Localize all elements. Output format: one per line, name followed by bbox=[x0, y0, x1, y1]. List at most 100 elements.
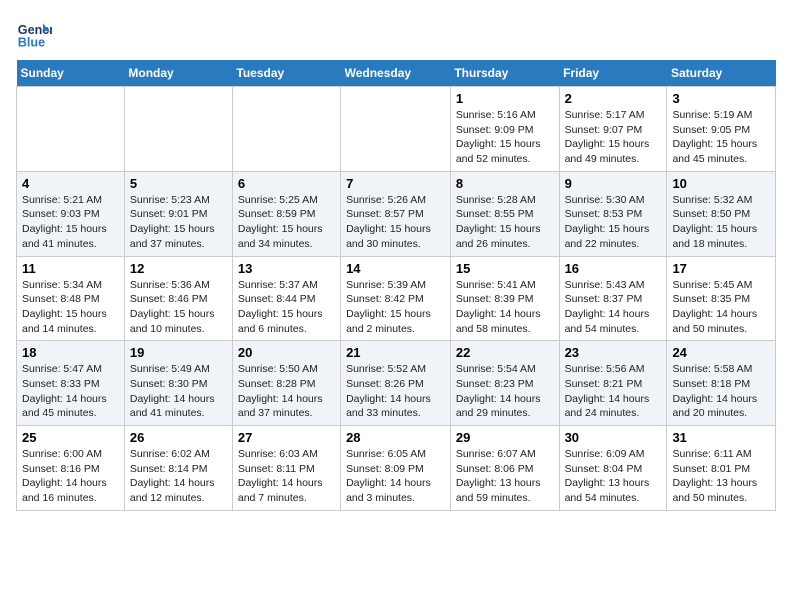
day-info: Sunrise: 5:26 AM Sunset: 8:57 PM Dayligh… bbox=[346, 193, 445, 252]
calendar-table: SundayMondayTuesdayWednesdayThursdayFrid… bbox=[16, 60, 776, 511]
weekday-thursday: Thursday bbox=[450, 60, 559, 87]
day-info: Sunrise: 5:43 AM Sunset: 8:37 PM Dayligh… bbox=[565, 278, 662, 337]
calendar-cell: 30Sunrise: 6:09 AM Sunset: 8:04 PM Dayli… bbox=[559, 426, 667, 511]
calendar-cell: 1 Sunrise: 5:16 AM Sunset: 9:09 PM Daylig… bbox=[450, 87, 559, 172]
day-info: Sunrise: 5:25 AM Sunset: 8:59 PM Dayligh… bbox=[238, 193, 335, 252]
calendar-cell: 23 Sunrise: 5:56 AM Sunset: 8:21 PM Dayli… bbox=[559, 341, 667, 426]
day-number: 12 bbox=[130, 261, 227, 276]
calendar-body: 1 Sunrise: 5:16 AM Sunset: 9:09 PM Daylig… bbox=[17, 87, 776, 511]
calendar-cell: 9 Sunrise: 5:30 AM Sunset: 8:53 PM Daylig… bbox=[559, 171, 667, 256]
day-number: 10 bbox=[672, 176, 770, 191]
day-info: Sunrise: 5:17 AM Sunset: 9:07 PM Dayligh… bbox=[565, 108, 662, 167]
day-number: 6 bbox=[238, 176, 335, 191]
calendar-cell: 20Sunrise: 5:50 AM Sunset: 8:28 PM Dayli… bbox=[232, 341, 340, 426]
weekday-wednesday: Wednesday bbox=[341, 60, 451, 87]
calendar-cell: 27 Sunrise: 6:03 AM Sunset: 8:11 PM Dayli… bbox=[232, 426, 340, 511]
day-number: 21 bbox=[346, 345, 445, 360]
day-number: 29 bbox=[456, 430, 554, 445]
calendar-cell: 3 Sunrise: 5:19 AM Sunset: 9:05 PM Daylig… bbox=[667, 87, 776, 172]
day-info: Sunrise: 5:37 AM Sunset: 8:44 PM Dayligh… bbox=[238, 278, 335, 337]
day-info: Sunrise: 5:19 AM Sunset: 9:05 PM Dayligh… bbox=[672, 108, 770, 167]
calendar-cell: 17Sunrise: 5:45 AM Sunset: 8:35 PM Dayli… bbox=[667, 256, 776, 341]
day-info: Sunrise: 6:11 AM Sunset: 8:01 PM Dayligh… bbox=[672, 447, 770, 506]
day-info: Sunrise: 5:49 AM Sunset: 8:30 PM Dayligh… bbox=[130, 362, 227, 421]
day-info: Sunrise: 6:05 AM Sunset: 8:09 PM Dayligh… bbox=[346, 447, 445, 506]
day-info: Sunrise: 5:50 AM Sunset: 8:28 PM Dayligh… bbox=[238, 362, 335, 421]
day-info: Sunrise: 6:02 AM Sunset: 8:14 PM Dayligh… bbox=[130, 447, 227, 506]
day-number: 25 bbox=[22, 430, 119, 445]
day-number: 4 bbox=[22, 176, 119, 191]
week-row-1: 1 Sunrise: 5:16 AM Sunset: 9:09 PM Daylig… bbox=[17, 87, 776, 172]
calendar-cell: 11 Sunrise: 5:34 AM Sunset: 8:48 PM Dayli… bbox=[17, 256, 125, 341]
day-info: Sunrise: 5:47 AM Sunset: 8:33 PM Dayligh… bbox=[22, 362, 119, 421]
calendar-cell bbox=[124, 87, 232, 172]
day-info: Sunrise: 5:56 AM Sunset: 8:21 PM Dayligh… bbox=[565, 362, 662, 421]
calendar-cell: 6 Sunrise: 5:25 AM Sunset: 8:59 PM Daylig… bbox=[232, 171, 340, 256]
day-number: 28 bbox=[346, 430, 445, 445]
weekday-sunday: Sunday bbox=[17, 60, 125, 87]
day-number: 19 bbox=[130, 345, 227, 360]
day-number: 8 bbox=[456, 176, 554, 191]
svg-text:Blue: Blue bbox=[18, 36, 45, 50]
day-number: 26 bbox=[130, 430, 227, 445]
day-number: 2 bbox=[565, 91, 662, 106]
week-row-4: 18 Sunrise: 5:47 AM Sunset: 8:33 PM Dayli… bbox=[17, 341, 776, 426]
weekday-monday: Monday bbox=[124, 60, 232, 87]
weekday-row: SundayMondayTuesdayWednesdayThursdayFrid… bbox=[17, 60, 776, 87]
day-info: Sunrise: 5:32 AM Sunset: 8:50 PM Dayligh… bbox=[672, 193, 770, 252]
weekday-tuesday: Tuesday bbox=[232, 60, 340, 87]
calendar-cell: 18 Sunrise: 5:47 AM Sunset: 8:33 PM Dayli… bbox=[17, 341, 125, 426]
calendar-cell: 13 Sunrise: 5:37 AM Sunset: 8:44 PM Dayli… bbox=[232, 256, 340, 341]
day-info: Sunrise: 5:16 AM Sunset: 9:09 PM Dayligh… bbox=[456, 108, 554, 167]
day-info: Sunrise: 5:45 AM Sunset: 8:35 PM Dayligh… bbox=[672, 278, 770, 337]
day-info: Sunrise: 5:54 AM Sunset: 8:23 PM Dayligh… bbox=[456, 362, 554, 421]
calendar-cell: 2 Sunrise: 5:17 AM Sunset: 9:07 PM Daylig… bbox=[559, 87, 667, 172]
calendar-cell: 7 Sunrise: 5:26 AM Sunset: 8:57 PM Daylig… bbox=[341, 171, 451, 256]
day-number: 24 bbox=[672, 345, 770, 360]
day-info: Sunrise: 6:00 AM Sunset: 8:16 PM Dayligh… bbox=[22, 447, 119, 506]
day-number: 3 bbox=[672, 91, 770, 106]
day-number: 7 bbox=[346, 176, 445, 191]
day-number: 23 bbox=[565, 345, 662, 360]
day-info: Sunrise: 5:58 AM Sunset: 8:18 PM Dayligh… bbox=[672, 362, 770, 421]
day-number: 14 bbox=[346, 261, 445, 276]
calendar-cell: 16Sunrise: 5:43 AM Sunset: 8:37 PM Dayli… bbox=[559, 256, 667, 341]
day-number: 18 bbox=[22, 345, 119, 360]
calendar-cell: 12 Sunrise: 5:36 AM Sunset: 8:46 PM Dayli… bbox=[124, 256, 232, 341]
day-info: Sunrise: 6:07 AM Sunset: 8:06 PM Dayligh… bbox=[456, 447, 554, 506]
logo-icon: General Blue bbox=[16, 16, 52, 52]
calendar-cell: 5Sunrise: 5:23 AM Sunset: 9:01 PM Daylig… bbox=[124, 171, 232, 256]
day-number: 11 bbox=[22, 261, 119, 276]
day-number: 1 bbox=[456, 91, 554, 106]
day-info: Sunrise: 5:23 AM Sunset: 9:01 PM Dayligh… bbox=[130, 193, 227, 252]
week-row-3: 11 Sunrise: 5:34 AM Sunset: 8:48 PM Dayli… bbox=[17, 256, 776, 341]
day-info: Sunrise: 5:34 AM Sunset: 8:48 PM Dayligh… bbox=[22, 278, 119, 337]
day-number: 13 bbox=[238, 261, 335, 276]
day-info: Sunrise: 5:30 AM Sunset: 8:53 PM Dayligh… bbox=[565, 193, 662, 252]
calendar-cell: 28 Sunrise: 6:05 AM Sunset: 8:09 PM Dayli… bbox=[341, 426, 451, 511]
calendar-cell: 19 Sunrise: 5:49 AM Sunset: 8:30 PM Dayli… bbox=[124, 341, 232, 426]
day-info: Sunrise: 5:41 AM Sunset: 8:39 PM Dayligh… bbox=[456, 278, 554, 337]
page-header: General Blue bbox=[16, 16, 776, 52]
calendar-cell: 24 Sunrise: 5:58 AM Sunset: 8:18 PM Dayli… bbox=[667, 341, 776, 426]
day-info: Sunrise: 5:21 AM Sunset: 9:03 PM Dayligh… bbox=[22, 193, 119, 252]
day-info: Sunrise: 5:36 AM Sunset: 8:46 PM Dayligh… bbox=[130, 278, 227, 337]
calendar-cell: 15Sunrise: 5:41 AM Sunset: 8:39 PM Dayli… bbox=[450, 256, 559, 341]
calendar-header: SundayMondayTuesdayWednesdayThursdayFrid… bbox=[17, 60, 776, 87]
calendar-cell: 10 Sunrise: 5:32 AM Sunset: 8:50 PM Dayli… bbox=[667, 171, 776, 256]
calendar-cell bbox=[341, 87, 451, 172]
day-number: 22 bbox=[456, 345, 554, 360]
day-info: Sunrise: 5:28 AM Sunset: 8:55 PM Dayligh… bbox=[456, 193, 554, 252]
weekday-saturday: Saturday bbox=[667, 60, 776, 87]
logo: General Blue bbox=[16, 16, 56, 52]
week-row-5: 25 Sunrise: 6:00 AM Sunset: 8:16 PM Dayli… bbox=[17, 426, 776, 511]
calendar-cell: 4 Sunrise: 5:21 AM Sunset: 9:03 PM Daylig… bbox=[17, 171, 125, 256]
calendar-cell: 29 Sunrise: 6:07 AM Sunset: 8:06 PM Dayli… bbox=[450, 426, 559, 511]
day-info: Sunrise: 5:52 AM Sunset: 8:26 PM Dayligh… bbox=[346, 362, 445, 421]
calendar-cell: 25 Sunrise: 6:00 AM Sunset: 8:16 PM Dayli… bbox=[17, 426, 125, 511]
day-number: 27 bbox=[238, 430, 335, 445]
weekday-friday: Friday bbox=[559, 60, 667, 87]
day-number: 9 bbox=[565, 176, 662, 191]
day-info: Sunrise: 6:03 AM Sunset: 8:11 PM Dayligh… bbox=[238, 447, 335, 506]
calendar-cell: 14Sunrise: 5:39 AM Sunset: 8:42 PM Dayli… bbox=[341, 256, 451, 341]
